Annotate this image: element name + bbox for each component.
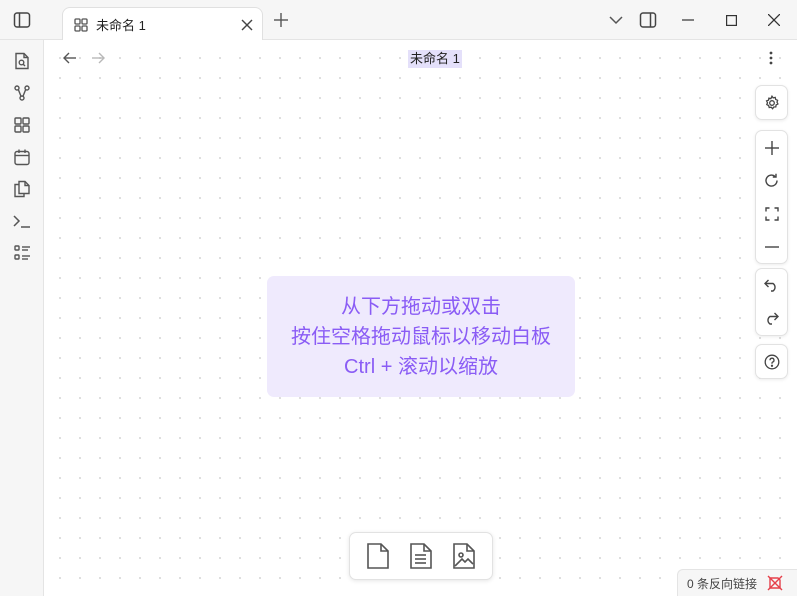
help-group [755, 344, 788, 379]
add-note-icon[interactable] [405, 539, 437, 573]
tab-title: 未命名 1 [96, 18, 146, 33]
forward-arrow-icon[interactable] [86, 46, 110, 70]
help-question-icon[interactable] [756, 345, 787, 378]
add-media-icon[interactable] [448, 539, 480, 573]
canvas-area[interactable]: 未命名 1 从下方拖动或双击 按住空格拖动鼠标以移动白板 Ctrl + 滚动以缩… [44, 40, 797, 596]
hint-line-2: 按住空格拖动鼠标以移动白板 [291, 325, 551, 348]
copy-files-icon[interactable] [8, 175, 36, 203]
reset-zoom-icon[interactable] [756, 164, 787, 197]
undo-icon[interactable] [756, 269, 787, 302]
view-title[interactable]: 未命名 1 [408, 50, 462, 68]
zoom-controls [755, 130, 788, 264]
list-view-icon[interactable] [8, 239, 36, 267]
close-tab-icon[interactable] [236, 14, 258, 36]
tab-untitled[interactable]: 未命名 1 [62, 7, 263, 41]
history-controls [755, 268, 788, 336]
hint-line-1: 从下方拖动或双击 [341, 295, 501, 318]
toggle-sidebar-icon[interactable] [2, 0, 42, 40]
zoom-in-plus-icon[interactable] [756, 131, 787, 164]
close-window-icon[interactable] [754, 0, 794, 40]
backlinks-count[interactable]: 0 条反向链接 [687, 575, 757, 592]
canvas-grid-icon[interactable] [8, 111, 36, 139]
status-bar: 0 条反向链接 [677, 569, 797, 596]
maximize-icon[interactable] [711, 0, 751, 40]
redo-icon[interactable] [756, 302, 787, 335]
terminal-icon[interactable] [8, 207, 36, 235]
left-ribbon [0, 40, 44, 596]
hint-line-3: Ctrl + 滚动以缩放 [344, 355, 498, 378]
new-tab-icon[interactable] [261, 0, 301, 40]
toggle-right-sidebar-icon[interactable] [628, 0, 668, 40]
add-card-icon[interactable] [362, 539, 394, 573]
canvas-hint: 从下方拖动或双击 按住空格拖动鼠标以移动白板 Ctrl + 滚动以缩放 [267, 276, 575, 397]
calendar-icon[interactable] [8, 143, 36, 171]
fit-to-screen-icon[interactable] [756, 197, 787, 230]
title-bar: 未命名 1 [0, 0, 797, 41]
view-header: 未命名 1 [44, 40, 797, 76]
card-toolbar [349, 532, 493, 580]
back-arrow-icon[interactable] [58, 46, 82, 70]
more-options-icon[interactable] [759, 46, 783, 70]
settings-group [755, 85, 788, 120]
settings-gear-icon[interactable] [756, 86, 787, 119]
minimize-icon[interactable] [668, 0, 708, 40]
sync-disabled-icon[interactable] [767, 575, 783, 591]
zoom-out-minus-icon[interactable] [756, 230, 787, 263]
search-file-icon[interactable] [8, 47, 36, 75]
canvas-icon [73, 17, 89, 33]
graph-view-icon[interactable] [8, 79, 36, 107]
